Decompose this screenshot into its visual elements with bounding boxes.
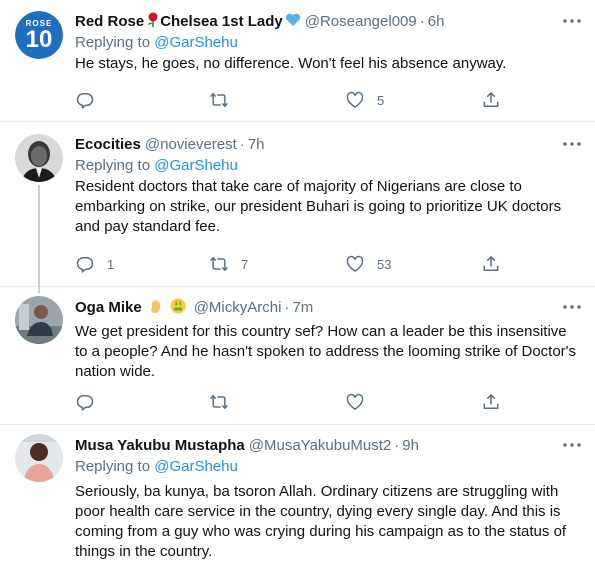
display-name[interactable]: Oga Mike (75, 299, 142, 316)
more-icon[interactable] (563, 135, 581, 153)
svg-text:$: $ (174, 301, 177, 307)
timestamp[interactable]: 7m (292, 299, 313, 316)
like-count: 53 (377, 256, 392, 272)
reply-icon (76, 395, 94, 411)
share-button[interactable] (481, 90, 501, 110)
mention-link[interactable]: @GarShehu (154, 34, 238, 51)
tweet-actions: 5 (75, 90, 583, 110)
display-name-suffix[interactable]: Chelsea 1st Lady (160, 13, 283, 30)
replying-to: Replying to @GarShehu (75, 32, 583, 54)
timestamp[interactable]: 9h (402, 437, 419, 454)
tweet[interactable]: ROSE 10 Red Rose Chelsea 1st Lady @Rosea… (0, 0, 595, 122)
avatar[interactable] (15, 296, 63, 344)
tweet[interactable]: Ecocities @novieverest · 7h Replying to … (0, 123, 595, 293)
reply-button[interactable] (75, 90, 107, 110)
avatar[interactable] (15, 434, 63, 482)
tweet-text: He stays, he goes, no difference. Won't … (75, 55, 507, 72)
like-count: 5 (377, 92, 385, 108)
retweet-button[interactable] (209, 90, 241, 110)
share-button[interactable] (481, 392, 501, 412)
svg-text:$: $ (178, 301, 181, 307)
retweet-button[interactable]: 7 (209, 254, 248, 274)
blue-heart-emoji-icon (285, 13, 301, 30)
share-icon (483, 393, 499, 409)
retweet-icon (210, 92, 228, 108)
money-mouth-emoji-icon: $ $ (170, 298, 186, 317)
retweet-icon (210, 394, 228, 410)
replying-label: Replying to (75, 458, 155, 475)
display-name[interactable]: Musa Yakubu Mustapha (75, 437, 245, 454)
retweet-icon (210, 256, 228, 272)
share-icon (483, 91, 499, 107)
handle[interactable]: @MusaYakubuMust2 (249, 437, 392, 454)
replying-label: Replying to (75, 157, 155, 174)
reply-icon (76, 93, 94, 109)
mention-link[interactable]: @GarShehu (154, 458, 238, 475)
separator: · (284, 298, 290, 316)
tweet[interactable]: Musa Yakubu Mustapha @MusaYakubuMust2 · … (0, 426, 595, 563)
handle[interactable]: @novieverest (145, 136, 237, 153)
avatar[interactable] (15, 134, 63, 182)
replying-to: Replying to @GarShehu (75, 456, 583, 478)
avatar-badge-number: 10 (25, 25, 53, 53)
reply-button[interactable]: 1 (75, 254, 114, 274)
like-icon (346, 91, 364, 108)
separator: · (394, 436, 400, 454)
rose-emoji-icon (146, 12, 160, 31)
reply-icon (76, 257, 94, 273)
retweet-count: 7 (241, 256, 249, 272)
timestamp[interactable]: 6h (428, 13, 445, 30)
share-icon (483, 255, 499, 271)
avatar[interactable]: ROSE 10 (15, 11, 63, 59)
tweet[interactable]: Oga Mike $ $ @MickyArchi · 7m We get pres… (0, 288, 595, 425)
tweet-actions (75, 392, 583, 412)
display-name[interactable]: Ecocities (75, 136, 141, 153)
mention-link[interactable]: @GarShehu (154, 157, 238, 174)
more-icon[interactable] (563, 12, 581, 30)
tweet-text: Seriously, ba kunya, ba tsoron Allah. Or… (75, 483, 567, 560)
like-icon (346, 393, 364, 410)
handle[interactable]: @MickyArchi (194, 299, 282, 316)
like-button[interactable]: 5 (345, 90, 384, 110)
waving-hand-emoji-icon (148, 298, 164, 317)
separator: · (239, 135, 245, 153)
reply-button[interactable] (75, 392, 107, 412)
replying-label: Replying to (75, 34, 155, 51)
like-button[interactable]: 53 (345, 254, 391, 274)
tweet-text: We get president for this country sef? H… (75, 323, 577, 380)
share-button[interactable] (481, 254, 501, 274)
tweet-actions: 1 7 53 (75, 254, 583, 274)
timestamp[interactable]: 7h (248, 136, 265, 153)
tweet-text: Resident doctors that take care of major… (75, 178, 562, 235)
replying-to: Replying to @GarShehu (75, 155, 583, 177)
more-icon[interactable] (563, 436, 581, 454)
display-name[interactable]: Red Rose (75, 13, 144, 30)
separator: · (419, 12, 425, 30)
like-icon (346, 255, 364, 272)
thread-line (38, 185, 40, 293)
retweet-button[interactable] (209, 392, 241, 412)
reply-count: 1 (107, 256, 115, 272)
handle[interactable]: @Roseangel009 (305, 13, 417, 30)
like-button[interactable] (345, 392, 377, 412)
more-icon[interactable] (563, 298, 581, 316)
